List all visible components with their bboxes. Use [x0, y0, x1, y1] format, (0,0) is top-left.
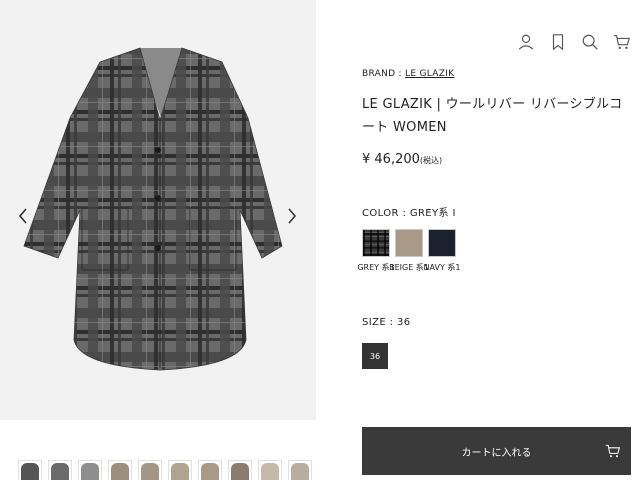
thumbnail-image — [231, 463, 249, 480]
thumbnail[interactable] — [198, 460, 222, 480]
thumbnail-strip — [18, 460, 318, 480]
grey-check-swatch — [362, 229, 390, 257]
brand-link[interactable]: LE GLAZIK — [405, 69, 454, 79]
gallery-next-button[interactable] — [284, 206, 300, 226]
thumbnail[interactable] — [228, 460, 252, 480]
size-label: SIZE : 36 — [362, 317, 411, 328]
thumbnail-image — [141, 463, 159, 480]
chevron-right-icon — [288, 208, 297, 224]
price-value: ¥ 46,200 — [362, 152, 420, 167]
color-swatches: GREY 系1 BEIGE 系1 NAVY 系1 — [357, 229, 460, 274]
navy-swatch — [428, 229, 456, 257]
thumbnail-image — [261, 463, 279, 480]
search-icon — [582, 34, 598, 50]
thumbnail-image — [51, 463, 69, 480]
add-to-cart-label: カートに入れる — [461, 447, 532, 459]
chevron-left-icon — [18, 208, 27, 224]
gallery-prev-button[interactable] — [15, 206, 31, 226]
cart-nav-button[interactable] — [612, 32, 632, 52]
cart-icon — [613, 35, 630, 50]
favorites-button[interactable] — [548, 32, 568, 52]
size-option-36[interactable]: 36 — [362, 343, 388, 369]
thumbnail-image — [201, 463, 219, 480]
bookmark-icon — [552, 34, 564, 51]
thumbnail-image — [111, 463, 129, 480]
add-to-cart-button[interactable]: カートに入れる — [362, 427, 631, 475]
thumbnail[interactable] — [78, 460, 102, 480]
header-icons — [516, 32, 632, 52]
thumbnail[interactable] — [168, 460, 192, 480]
color-option-beige[interactable]: BEIGE 系1 — [389, 229, 429, 274]
thumbnail[interactable] — [18, 460, 42, 480]
color-option-navy[interactable]: NAVY 系1 — [424, 229, 460, 274]
thumbnail-image — [291, 463, 309, 480]
product-image-gallery — [0, 0, 316, 420]
color-option-grey[interactable]: GREY 系1 — [357, 229, 395, 274]
cart-icon — [605, 444, 621, 458]
product-image — [23, 47, 283, 371]
product-title: LE GLAZIK | ウールリバー リバーシブルコート WOMEN — [362, 97, 623, 135]
thumbnail-image — [81, 463, 99, 480]
thumbnail[interactable] — [258, 460, 282, 480]
thumbnail[interactable] — [138, 460, 162, 480]
color-label: COLOR : GREY系 I — [362, 208, 456, 219]
product-price: ¥ 46,200(税込) — [362, 152, 442, 167]
swatch-name: NAVY 系1 — [423, 263, 461, 272]
thumbnail[interactable] — [108, 460, 132, 480]
user-icon — [518, 34, 534, 50]
thumbnail[interactable] — [288, 460, 312, 480]
account-button[interactable] — [516, 32, 536, 52]
beige-swatch — [395, 229, 423, 257]
search-button[interactable] — [580, 32, 600, 52]
thumbnail[interactable] — [48, 460, 72, 480]
brand-prefix: BRAND : — [362, 69, 406, 79]
thumbnail-image — [171, 463, 189, 480]
brand-line: BRAND : LE GLAZIK — [362, 69, 454, 79]
thumbnail-image — [21, 463, 39, 480]
price-tax-note: (税込) — [419, 156, 443, 165]
